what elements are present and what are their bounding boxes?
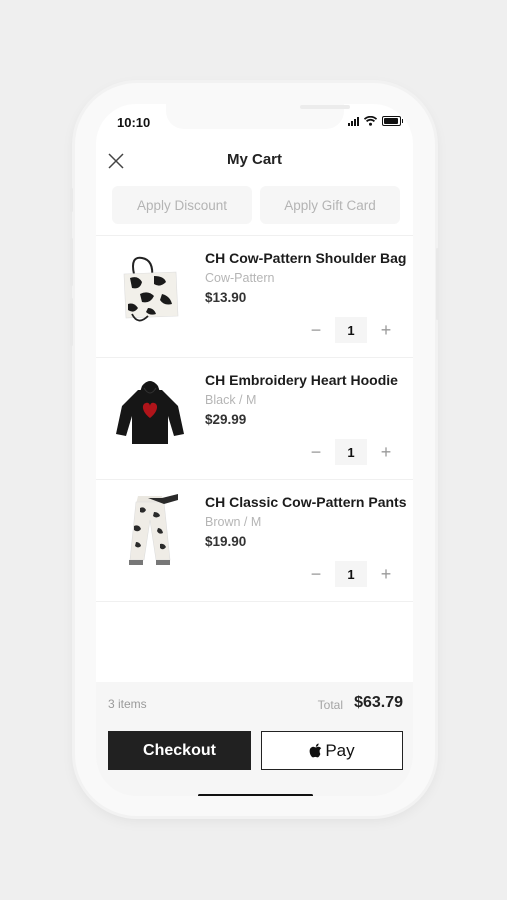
quantity-value[interactable]: 1 (335, 439, 367, 465)
speaker (300, 105, 350, 109)
item-count: 3 items (108, 697, 147, 711)
phone-volume-up (70, 238, 73, 286)
checkout-button[interactable]: Checkout (108, 731, 251, 770)
item-name[interactable]: CH Embroidery Heart Hoodie (205, 372, 398, 388)
item-name[interactable]: CH Cow-Pattern Shoulder Bag (205, 250, 406, 266)
item-price: $29.99 (205, 412, 247, 427)
item-price: $13.90 (205, 290, 247, 305)
cellular-signal-icon (348, 116, 359, 126)
total-amount: $63.79 (354, 694, 403, 711)
plus-icon[interactable]: + (373, 561, 399, 587)
item-price: $19.90 (205, 534, 247, 549)
screen: 10:10 My Cart Apply Discount Apply Gift … (96, 104, 413, 796)
plus-icon[interactable]: + (373, 439, 399, 465)
page-title: My Cart (226, 151, 282, 168)
phone-power-button (436, 248, 439, 320)
apply-discount-button[interactable]: Apply Discount (112, 186, 252, 224)
cart-item: CH Classic Cow-Pattern Pants Brown / M $… (96, 480, 413, 602)
phone-volume-down (70, 298, 73, 346)
cart-item: CH Embroidery Heart Hoodie Black / M $29… (96, 358, 413, 480)
plus-icon[interactable]: + (373, 317, 399, 343)
total-label: Total (317, 698, 343, 712)
quantity-value[interactable]: 1 (335, 317, 367, 343)
cart-items-list: CH Cow-Pattern Shoulder Bag Cow-Pattern … (96, 236, 413, 602)
apple-logo-icon (309, 743, 322, 758)
item-variant: Cow-Pattern (205, 271, 275, 285)
apply-gift-card-button[interactable]: Apply Gift Card (260, 186, 400, 224)
quantity-stepper: − 1 + (303, 561, 399, 587)
quantity-stepper: − 1 + (303, 317, 399, 343)
apple-pay-button[interactable]: Pay (261, 731, 403, 770)
battery-icon (382, 116, 403, 126)
cart-item: CH Cow-Pattern Shoulder Bag Cow-Pattern … (96, 236, 413, 358)
cow-pattern-pants-image (129, 494, 178, 565)
phone-mute-switch (70, 188, 73, 212)
minus-icon[interactable]: − (303, 561, 329, 587)
minus-icon[interactable]: − (303, 317, 329, 343)
item-name[interactable]: CH Classic Cow-Pattern Pants (205, 494, 407, 510)
home-indicator (198, 794, 313, 796)
black-hoodie-heart-image (116, 381, 184, 444)
minus-icon[interactable]: − (303, 439, 329, 465)
status-time: 10:10 (117, 115, 151, 130)
notch (166, 104, 350, 129)
header: My Cart (96, 140, 413, 180)
cow-pattern-bag-image (123, 256, 179, 322)
wifi-icon (364, 116, 377, 126)
cart-summary: 3 items Total $63.79 (96, 682, 413, 722)
cart-actions: Apply Discount Apply Gift Card (112, 186, 400, 224)
quantity-stepper: − 1 + (303, 439, 399, 465)
quantity-value[interactable]: 1 (335, 561, 367, 587)
item-variant: Black / M (205, 393, 257, 407)
status-icons (348, 116, 403, 126)
item-variant: Brown / M (205, 515, 262, 529)
apple-pay-label: Pay (325, 740, 355, 760)
